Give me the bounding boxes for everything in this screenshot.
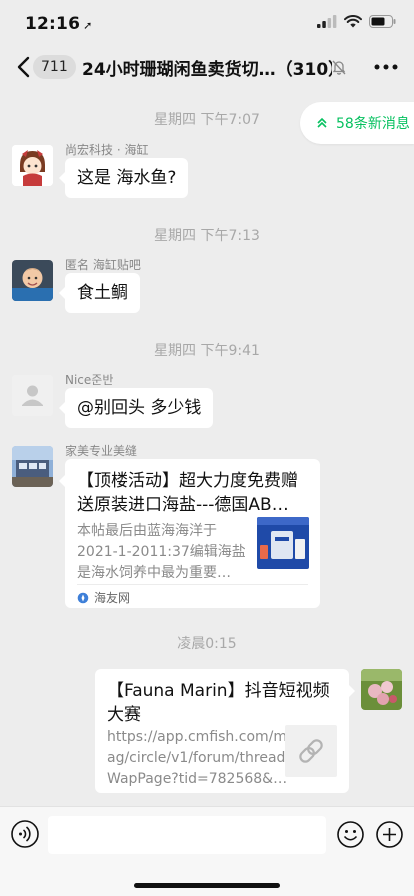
- chat-title: 24小时珊瑚闲鱼卖货切…（310）: [82, 60, 332, 80]
- bell-muted-icon: [332, 60, 346, 75]
- wifi-icon: [344, 15, 362, 28]
- home-indicator: [134, 883, 280, 888]
- product-thumbnail-icon: [257, 517, 309, 569]
- message-input[interactable]: [48, 816, 326, 854]
- status-bar: 12:16 ➚: [0, 0, 414, 46]
- sender-name: 家美专业美缝: [65, 444, 138, 458]
- message-bubble[interactable]: 这是 海水鱼?: [58, 158, 189, 198]
- chat-header: 711 24小时珊瑚闲鱼卖货切…（310）: [0, 46, 414, 88]
- cartoon-girl-avatar[interactable]: [12, 145, 53, 186]
- link-url-line: https://app.cmfish.com/m: [107, 729, 288, 745]
- new-messages-button[interactable]: 58条新消息: [300, 102, 414, 144]
- link-thumbnail: [257, 517, 309, 569]
- unread-count-badge[interactable]: 711: [33, 55, 76, 79]
- default-person-avatar[interactable]: [12, 375, 53, 416]
- flower-photo-avatar[interactable]: [361, 669, 402, 710]
- link-title-line: 送原装进口海盐---德国AB…: [77, 495, 289, 515]
- cartoon-girl-icon: [12, 145, 53, 186]
- status-icons: [317, 15, 396, 28]
- link-source-label: 海友网: [94, 591, 131, 605]
- battery-icon: [369, 15, 396, 28]
- compass-icon: [77, 592, 89, 603]
- more-dots-icon[interactable]: [372, 56, 400, 78]
- link-description: 本帖最后由蓝海海洋于 2021-1-2011:37编辑海盐 是海水饲养中最为重要…: [77, 521, 246, 584]
- sender-name: 尚宏科技 · 海缸: [65, 143, 149, 157]
- link-title: 【顶楼活动】超大力度免费赠 送原装进口海盐---德国AB…: [77, 469, 298, 517]
- voice-icon[interactable]: [10, 819, 40, 849]
- timestamp: 星期四 下午7:13: [154, 228, 260, 244]
- link-title-line: 【Fauna Marin】抖音短视频: [107, 681, 330, 701]
- link-desc-line: 2021-1-2011:37编辑海盐: [77, 544, 246, 560]
- new-messages-label: 58条新消息: [336, 116, 410, 132]
- emoji-icon[interactable]: [336, 820, 365, 849]
- status-time: 12:16 ➚: [25, 14, 93, 34]
- message-bubble[interactable]: @别回头 多少钱: [58, 388, 214, 428]
- timestamp: 凌晨0:15: [177, 636, 237, 652]
- card-divider: [77, 584, 308, 585]
- link-desc-line: 是海水饲养中最为重要…: [77, 565, 231, 581]
- link-url: https://app.cmfish.com/m ag/circle/v1/fo…: [107, 727, 287, 790]
- shared-link-card[interactable]: 【Fauna Marin】抖音短视频 大赛 https://app.cmfish…: [95, 669, 355, 793]
- cellular-signal-icon: [317, 15, 337, 28]
- shared-link-card[interactable]: 【顶楼活动】超大力度免费赠 送原装进口海盐---德国AB… 本帖最后由蓝海海洋于…: [59, 459, 320, 608]
- link-url-line: ag/circle/v1/forum/thread: [107, 750, 286, 766]
- message-bubble[interactable]: 食土鲷: [59, 273, 140, 313]
- double-chevron-up-icon: [317, 117, 327, 128]
- composer-bar: [0, 806, 414, 896]
- link-title-line: 大赛: [107, 705, 141, 725]
- message-list[interactable]: 星期四 下午7:07 58条新消息 尚宏科技 · 海缸 这是 海水鱼? 星期四 …: [0, 88, 414, 806]
- plus-icon[interactable]: [375, 820, 404, 849]
- storefront-avatar[interactable]: [12, 446, 53, 487]
- timestamp: 星期四 下午9:41: [154, 343, 260, 359]
- child-photo-icon: [12, 260, 53, 301]
- link-chain-icon: [285, 725, 337, 777]
- storefront-icon: [12, 446, 53, 487]
- sender-name: 匿名 海缸贴吧: [65, 258, 141, 272]
- location-arrow-icon: ➚: [83, 19, 93, 32]
- sender-name: Nice준반: [65, 373, 114, 387]
- link-desc-line: 本帖最后由蓝海海洋于: [77, 523, 217, 539]
- link-title-line: 【顶楼活动】超大力度免费赠: [77, 471, 298, 491]
- link-url-line: WapPage?tid=782568&…: [107, 771, 288, 787]
- clock-text: 12:16: [25, 14, 81, 34]
- link-source: 海友网: [77, 589, 130, 606]
- flower-photo-icon: [361, 669, 402, 710]
- default-person-icon: [12, 375, 53, 416]
- child-photo-avatar[interactable]: [12, 260, 53, 301]
- link-title: 【Fauna Marin】抖音短视频 大赛: [107, 679, 330, 727]
